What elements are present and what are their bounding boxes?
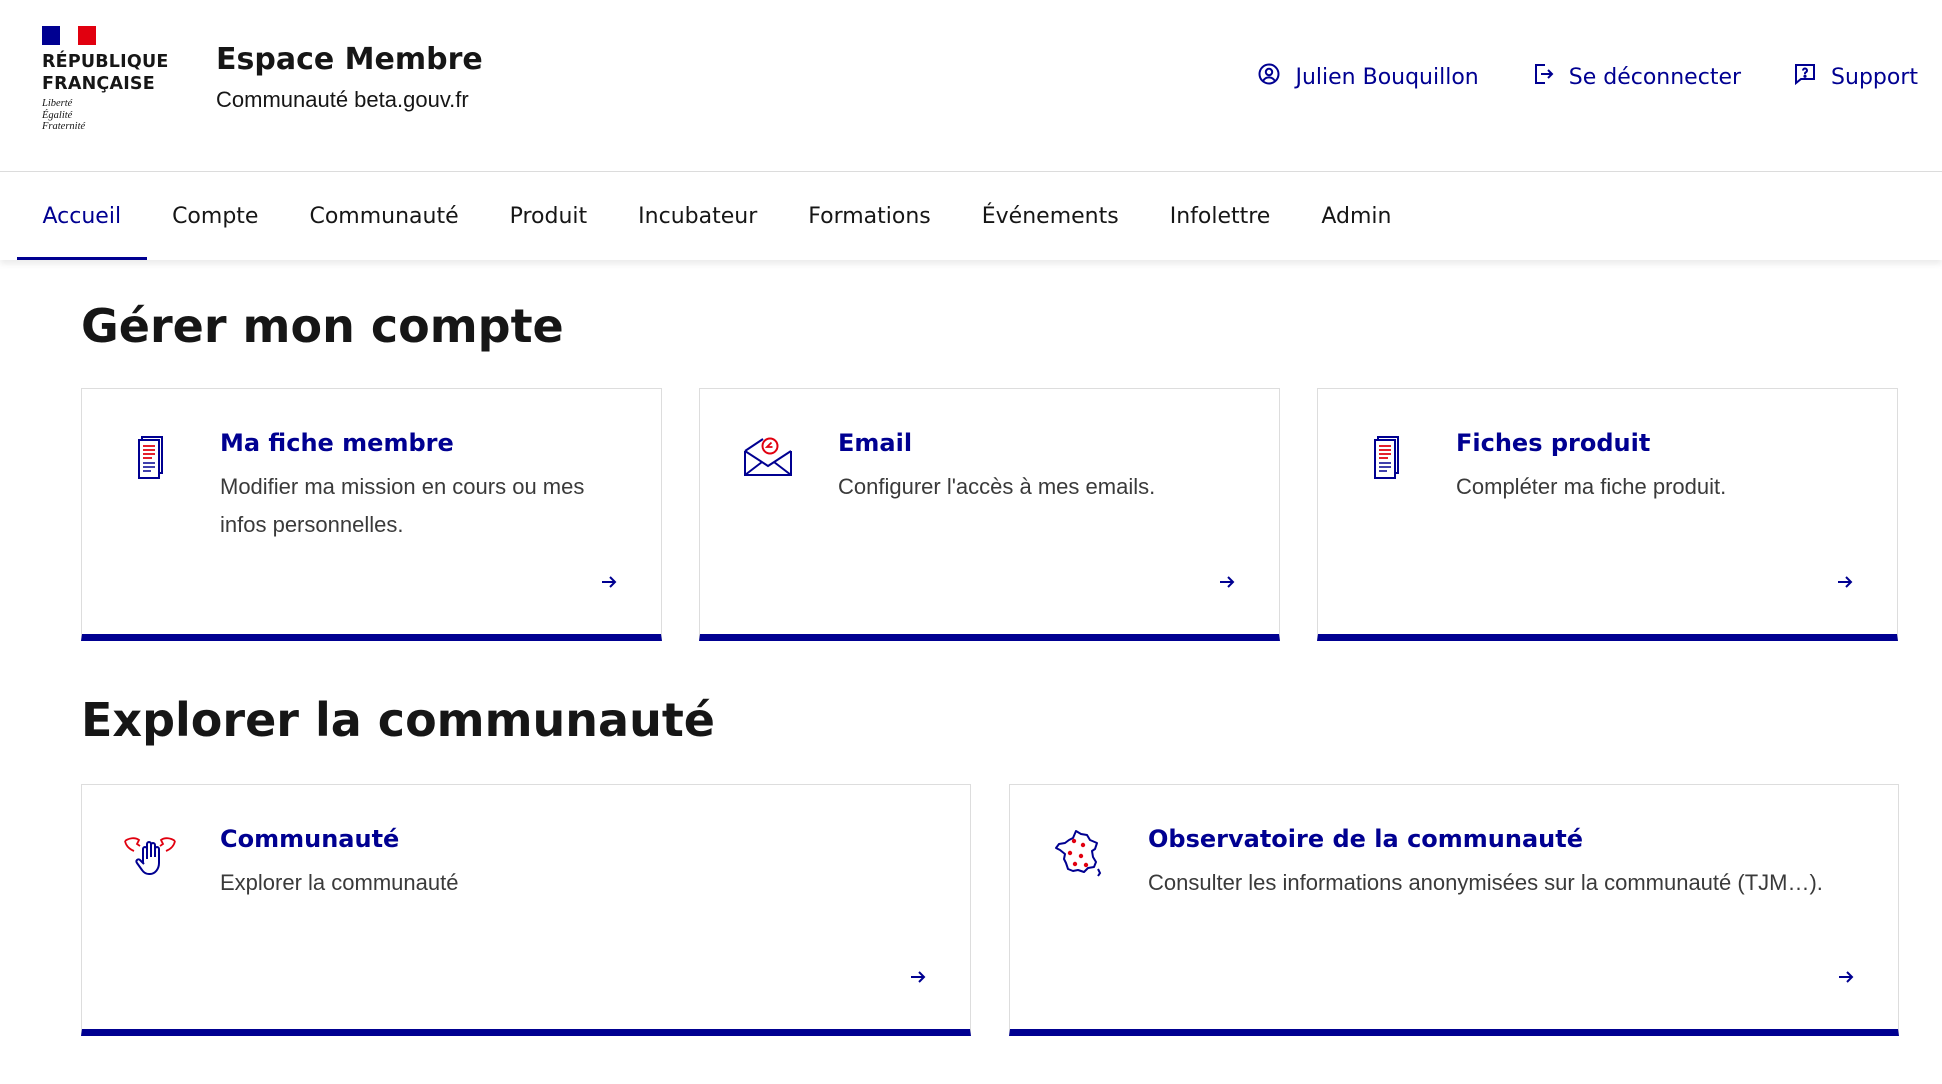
nav-item-admin[interactable]: Admin	[1296, 172, 1417, 260]
user-icon	[1257, 62, 1281, 92]
tile-description: Modifier ma mission en cours ou mes info…	[220, 474, 585, 537]
nav-item-formations[interactable]: Formations	[783, 172, 957, 260]
logout-icon	[1531, 62, 1555, 92]
tile-ma-fiche-membre[interactable]: Ma fiche membre Modifier ma mission en c…	[81, 388, 662, 641]
mail-icon	[740, 429, 796, 485]
service-title: Espace Membre	[216, 42, 483, 77]
arrow-right-icon	[911, 971, 926, 983]
nav-item-accueil[interactable]: Accueil	[17, 172, 147, 260]
tile-description: Consulter les informations anonymisées s…	[1148, 870, 1823, 895]
nav-item-infolettre[interactable]: Infolettre	[1144, 172, 1296, 260]
logo-motto-line3: Fraternité	[42, 121, 86, 132]
tile-title: Communauté	[220, 825, 400, 853]
logo-motto: Liberté Égalité Fraternité	[42, 98, 172, 133]
community-hands-icon	[122, 825, 178, 881]
profile-link-label: Julien Bouquillon	[1295, 64, 1479, 90]
nav-item-incubateur[interactable]: Incubateur	[613, 172, 783, 260]
tile-title: Observatoire de la communauté	[1148, 825, 1583, 853]
site-header: RÉPUBLIQUE FRANÇAISE Liberté Égalité Fra…	[0, 0, 1942, 172]
document-icon	[122, 429, 178, 485]
service-info[interactable]: Espace Membre Communauté beta.gouv.fr	[216, 40, 483, 115]
nav-item-compte[interactable]: Compte	[147, 172, 284, 260]
account-tiles: Ma fiche membre Modifier ma mission en c…	[81, 388, 1900, 641]
france-map-icon	[1050, 825, 1106, 881]
logo-motto-line1: Liberté	[42, 98, 73, 109]
logout-link-label: Se déconnecter	[1568, 64, 1742, 90]
main-navigation: Accueil Compte Communauté Produit Incuba…	[0, 172, 1942, 260]
profile-link[interactable]: Julien Bouquillon	[1257, 62, 1479, 92]
section-title-community: Explorer la communauté	[81, 693, 716, 747]
arrow-right-icon	[602, 576, 617, 588]
tile-fiches-produit[interactable]: Fiches produit Compléter ma fiche produi…	[1317, 388, 1898, 641]
tile-body: Email Configurer l'accès à mes emails.	[838, 427, 1249, 506]
logo-motto-line2: Égalité	[42, 109, 73, 121]
nav-item-evenements[interactable]: Événements	[956, 172, 1144, 260]
tile-observatoire[interactable]: Observatoire de la communauté Consulter …	[1009, 784, 1899, 1036]
question-icon	[1793, 62, 1817, 92]
community-tiles: Communauté Explorer la communauté Observ…	[81, 784, 1900, 1036]
republique-francaise-logo[interactable]: RÉPUBLIQUE FRANÇAISE Liberté Égalité Fra…	[42, 26, 172, 133]
document-icon	[1358, 429, 1414, 485]
tile-body: Observatoire de la communauté Consulter …	[1148, 823, 1868, 902]
marianne-flag-icon	[42, 26, 96, 45]
logo-title: RÉPUBLIQUE FRANÇAISE	[42, 51, 172, 95]
tile-body: Communauté Explorer la communauté	[220, 823, 940, 902]
service-tagline: Communauté beta.gouv.fr	[216, 87, 469, 112]
tile-title: Ma fiche membre	[220, 429, 454, 457]
support-link[interactable]: Support	[1793, 62, 1918, 92]
nav-item-produit[interactable]: Produit	[484, 172, 613, 260]
tile-title: Email	[838, 429, 913, 457]
tile-title: Fiches produit	[1456, 429, 1651, 457]
tile-body: Fiches produit Compléter ma fiche produi…	[1456, 427, 1867, 506]
arrow-right-icon	[1838, 576, 1853, 588]
arrow-right-icon	[1839, 971, 1854, 983]
logo-title-line1: RÉPUBLIQUE	[42, 52, 169, 72]
tile-description: Explorer la communauté	[220, 870, 459, 895]
main-content: Gérer mon compte Ma fiche membre Modifie…	[0, 298, 1942, 1036]
tile-description: Compléter ma fiche produit.	[1456, 474, 1727, 499]
section-title-account: Gérer mon compte	[81, 299, 564, 353]
tile-description: Configurer l'accès à mes emails.	[838, 474, 1156, 499]
logout-link[interactable]: Se déconnecter	[1531, 62, 1741, 92]
tile-communaute[interactable]: Communauté Explorer la communauté	[81, 784, 971, 1036]
tile-body: Ma fiche membre Modifier ma mission en c…	[220, 427, 631, 544]
arrow-right-icon	[1220, 576, 1235, 588]
header-tools: Julien Bouquillon Se déconnecter Support	[1257, 62, 1918, 92]
logo-title-line2: FRANÇAISE	[42, 74, 155, 94]
nav-item-communaute[interactable]: Communauté	[284, 172, 484, 260]
support-link-label: Support	[1831, 64, 1918, 90]
tile-email[interactable]: Email Configurer l'accès à mes emails.	[699, 388, 1280, 641]
